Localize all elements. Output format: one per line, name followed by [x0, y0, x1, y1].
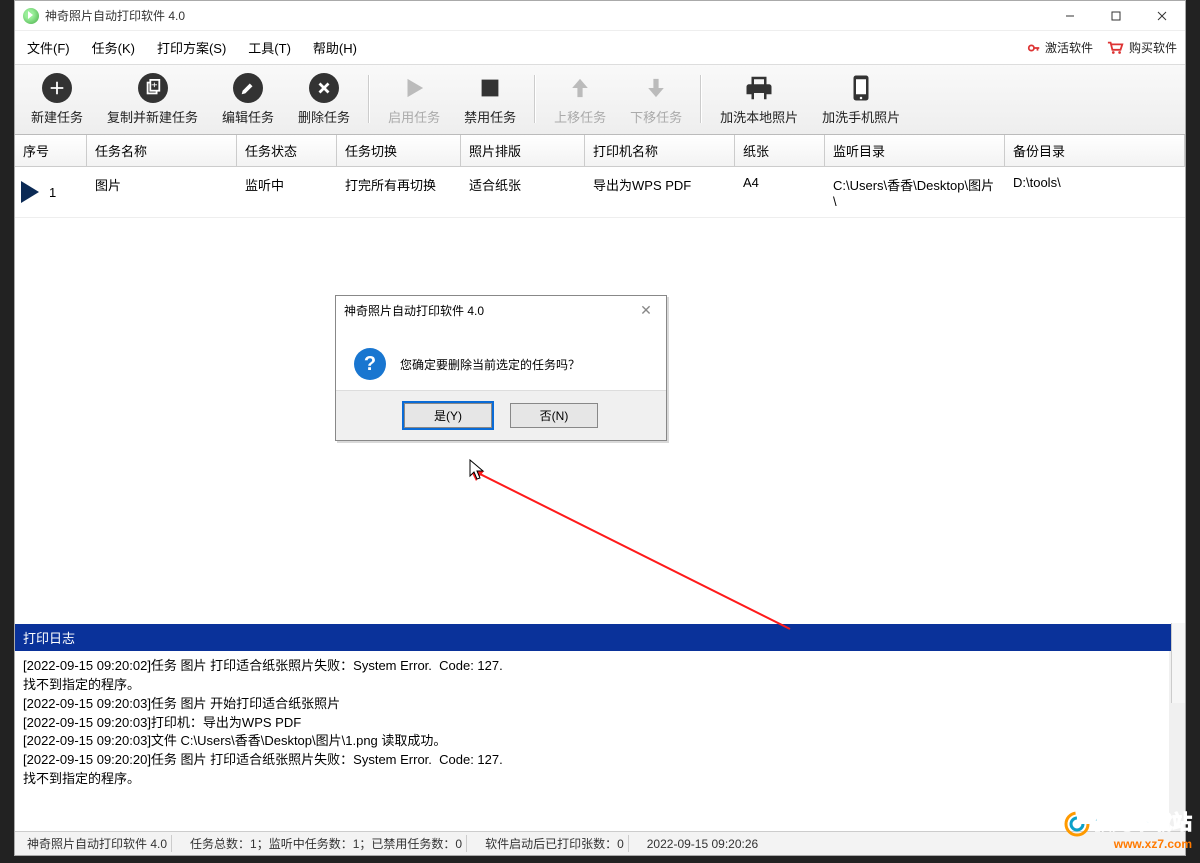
menu-help[interactable]: 帮助(H) [309, 34, 361, 61]
row-play-icon [21, 181, 39, 203]
stop-icon [475, 73, 505, 103]
new-task-button[interactable]: 新建任务 [19, 71, 95, 128]
x-icon [309, 73, 339, 103]
confirm-dialog: 神奇照片自动打印软件 4.0 ✕ ? 您确定要删除当前选定的任务吗？ 是(Y) … [335, 295, 667, 441]
separator [368, 75, 370, 123]
minimize-button[interactable] [1047, 1, 1093, 31]
dialog-message: 您确定要删除当前选定的任务吗？ [400, 356, 580, 373]
dialog-body: ? 您确定要删除当前选定的任务吗？ [336, 324, 666, 390]
th-watch[interactable]: 监听目录 [825, 135, 1005, 166]
window-title: 神奇照片自动打印软件 4.0 [45, 7, 185, 24]
status-totals: 任务总数：1；监听中任务数：1；已禁用任务数：0 [186, 835, 467, 852]
cell-layout: 适合纸张 [461, 167, 585, 217]
move-down-button[interactable]: 下移任务 [618, 71, 694, 128]
window-controls [1047, 1, 1185, 31]
th-switch[interactable]: 任务切换 [337, 135, 461, 166]
th-name[interactable]: 任务名称 [87, 135, 237, 166]
edit-task-button[interactable]: 编辑任务 [210, 71, 286, 128]
log-line: [2022-09-15 09:20:03]文件 C:\Users\香香\Desk… [23, 732, 1161, 751]
log-body[interactable]: [2022-09-15 09:20:02]任务 图片 打印适合纸张照片失败：Sy… [15, 651, 1185, 831]
dialog-titlebar: 神奇照片自动打印软件 4.0 ✕ [336, 296, 666, 324]
th-layout[interactable]: 照片排版 [461, 135, 585, 166]
table-row[interactable]: 1 图片 监听中 打完所有再切换 适合纸张 导出为WPS PDF A4 C:\U… [15, 167, 1185, 217]
log-line: 找不到指定的程序。 [23, 770, 1161, 789]
dialog-no-button[interactable]: 否(N) [510, 403, 598, 428]
statusbar: 神奇照片自动打印软件 4.0 任务总数：1；监听中任务数：1；已禁用任务数：0 … [15, 831, 1185, 855]
th-backup[interactable]: 备份目录 [1005, 135, 1185, 166]
log-line: [2022-09-15 09:20:03]任务 图片 开始打印适合纸张照片 [23, 695, 1161, 714]
menu-tools[interactable]: 工具(T) [244, 34, 295, 61]
activate-link[interactable]: 激活软件 [1027, 39, 1093, 56]
plus-icon [42, 73, 72, 103]
th-state[interactable]: 任务状态 [237, 135, 337, 166]
close-button[interactable] [1139, 1, 1185, 31]
disable-task-button[interactable]: 禁用任务 [452, 71, 528, 128]
copy-plus-icon [138, 73, 168, 103]
titlebar: 神奇照片自动打印软件 4.0 [15, 1, 1185, 31]
menu-tasks[interactable]: 任务(K) [88, 34, 139, 61]
separator [534, 75, 536, 123]
log-line: 找不到指定的程序。 [23, 676, 1161, 695]
move-up-button[interactable]: 上移任务 [542, 71, 618, 128]
cell-printer: 导出为WPS PDF [585, 167, 735, 217]
dialog-yes-button[interactable]: 是(Y) [404, 403, 492, 428]
maximize-button[interactable] [1093, 1, 1139, 31]
menubar: 文件(F) 任务(K) 打印方案(S) 工具(T) 帮助(H) 激活软件 购买软… [15, 31, 1185, 65]
status-app: 神奇照片自动打印软件 4.0 [23, 835, 172, 852]
delete-task-button[interactable]: 删除任务 [286, 71, 362, 128]
app-icon [23, 8, 39, 24]
log-line: [2022-09-15 09:20:20]任务 图片 打印适合纸张照片失败：Sy… [23, 751, 1161, 770]
arrow-up-icon [565, 73, 595, 103]
menu-scheme[interactable]: 打印方案(S) [153, 34, 230, 61]
copy-new-task-button[interactable]: 复制并新建任务 [95, 71, 210, 128]
cell-watch: C:\Users\香香\Desktop\图片\ [825, 167, 1005, 217]
add-phone-photo-button[interactable]: 加洗手机照片 [810, 71, 912, 128]
log-header: 打印日志 [15, 624, 1185, 651]
play-icon [399, 73, 429, 103]
th-index[interactable]: 序号 [15, 135, 87, 166]
arrow-down-icon [641, 73, 671, 103]
app-window: 神奇照片自动打印软件 4.0 文件(F) 任务(K) 打印方案(S) 工具(T)… [14, 0, 1186, 856]
printer-icon [744, 73, 774, 103]
log-line: [2022-09-15 09:20:02]任务 图片 打印适合纸张照片失败：Sy… [23, 657, 1161, 676]
add-local-photo-button[interactable]: 加洗本地照片 [708, 71, 810, 128]
pencil-icon [233, 73, 263, 103]
dialog-close-button[interactable]: ✕ [634, 302, 658, 319]
th-printer[interactable]: 打印机名称 [585, 135, 735, 166]
dialog-buttons: 是(Y) 否(N) [336, 390, 666, 440]
dialog-title: 神奇照片自动打印软件 4.0 [344, 302, 484, 319]
th-paper[interactable]: 纸张 [735, 135, 825, 166]
cell-state: 监听中 [237, 167, 337, 217]
cell-index: 1 [49, 185, 56, 200]
separator [700, 75, 702, 123]
side-panel-stub [1171, 623, 1185, 703]
enable-task-button[interactable]: 启用任务 [376, 71, 452, 128]
status-datetime: 2022-09-15 09:20:26 [643, 837, 762, 851]
cell-switch: 打完所有再切换 [337, 167, 461, 217]
menu-file[interactable]: 文件(F) [23, 34, 74, 61]
task-table: 序号 任务名称 任务状态 任务切换 照片排版 打印机名称 纸张 监听目录 备份目… [15, 135, 1185, 217]
table-header: 序号 任务名称 任务状态 任务切换 照片排版 打印机名称 纸张 监听目录 备份目… [15, 135, 1185, 167]
toolbar: 新建任务 复制并新建任务 编辑任务 删除任务 启用任务 禁用任务 上移任务 [15, 65, 1185, 135]
phone-icon [846, 73, 876, 103]
status-printed: 软件启动后已打印张数：0 [481, 835, 629, 852]
cart-icon [1107, 40, 1125, 56]
cell-paper: A4 [735, 167, 825, 217]
cell-backup: D:\tools\ [1005, 167, 1185, 217]
log-line: [2022-09-15 09:20:03]打印机：导出为WPS PDF [23, 714, 1161, 733]
question-icon: ? [354, 348, 386, 380]
purchase-link[interactable]: 购买软件 [1107, 39, 1177, 56]
cell-name: 图片 [87, 167, 237, 217]
key-icon [1027, 41, 1041, 55]
